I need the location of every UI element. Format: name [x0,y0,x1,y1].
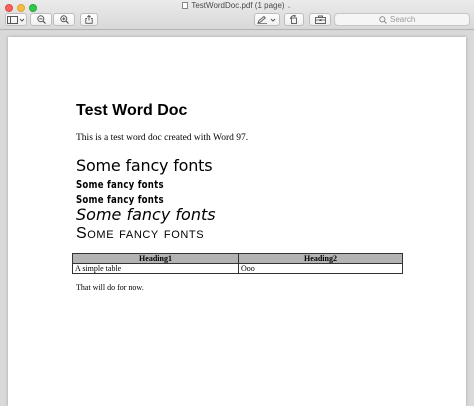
search-icon [379,15,387,24]
window-title-text: TestWordDoc.pdf (1 page) [191,1,285,10]
fancy-font-line-2: Some fancy fonts [76,178,164,191]
table-cell: Ooo [238,263,403,274]
zoom-out-button[interactable] [30,13,52,26]
fancy-font-line-4: Some fancy fonts [76,205,216,224]
document-footer-text: That will do for now. [76,283,144,292]
chevron-down-icon[interactable]: ⌄ [287,4,292,10]
fancy-font-line-5: Some fancy fonts [76,225,205,242]
rotate-icon [290,15,297,24]
markup-button[interactable] [254,13,280,26]
toolbox-button[interactable] [309,13,331,26]
table-row: A simple table Ooo [72,263,403,274]
sidebar-toggle-button[interactable] [5,13,27,26]
table-header-cell: Heading2 [238,253,403,264]
share-icon [85,15,93,24]
document-intro-text: This is a test word doc created with Wor… [76,133,249,143]
sidebar-icon [7,15,25,24]
zoom-in-icon [59,15,69,24]
document-title: Test Word Doc [76,102,188,119]
zoom-out-icon [36,15,46,24]
toolbar: TestWordDoc.pdf (1 page) ⌄ Search [0,0,474,30]
window-title: TestWordDoc.pdf (1 page) ⌄ [0,1,474,12]
search-field[interactable]: Search [334,13,470,26]
pen-icon [257,15,276,24]
document-table: Heading1 Heading2 A simple table Ooo [72,253,403,274]
document-viewer[interactable]: Test Word Doc This is a test word doc cr… [0,31,474,406]
fancy-font-line-1: Some fancy fonts [76,156,213,175]
share-button[interactable] [80,13,98,26]
search-placeholder: Search [390,15,416,24]
rotate-button[interactable] [284,13,304,26]
pdf-page: Test Word Doc This is a test word doc cr… [8,37,466,406]
zoom-in-button[interactable] [53,13,75,26]
table-header-cell: Heading1 [72,253,239,264]
table-cell: A simple table [72,263,239,274]
table-header-row: Heading1 Heading2 [72,253,403,264]
document-icon [182,2,189,9]
toolbox-icon [314,15,326,24]
